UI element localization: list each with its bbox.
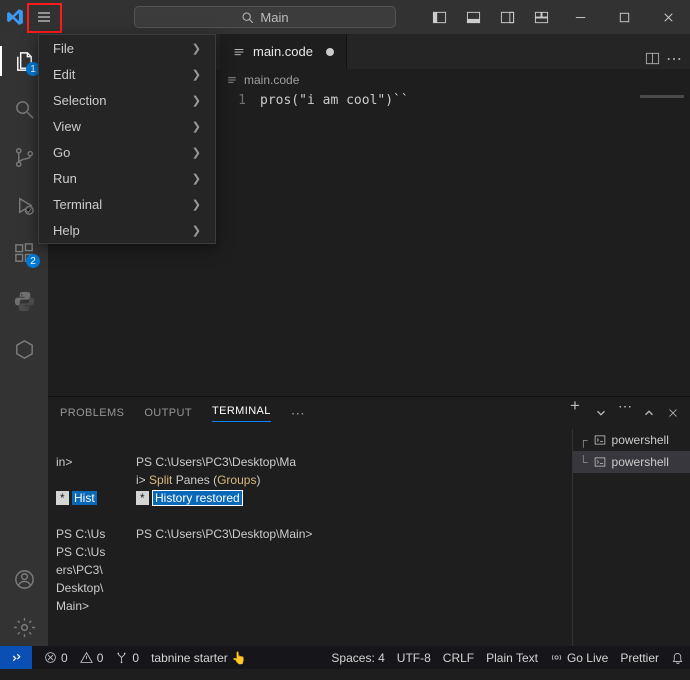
activity-settings[interactable] [0, 608, 48, 646]
debug-icon [13, 194, 36, 217]
menu-item-run[interactable]: Run❯ [39, 165, 215, 191]
search-icon [13, 98, 36, 121]
menu-item-file[interactable]: File❯ [39, 35, 215, 61]
panel-tab-problems[interactable]: PROBLEMS [60, 407, 124, 419]
status-spaces[interactable]: Spaces: 4 [325, 651, 390, 665]
search-label: Main [260, 10, 288, 25]
layout-panel-bottom-button[interactable] [456, 0, 490, 34]
app-menu-dropdown: File❯ Edit❯ Selection❯ View❯ Go❯ Run❯ Te… [38, 34, 216, 244]
window-minimize-button[interactable] [558, 0, 602, 34]
panel-tab-overflow[interactable]: ⋯ [291, 405, 305, 422]
account-icon [13, 568, 36, 591]
panel-tab-terminal[interactable]: TERMINAL [212, 405, 271, 422]
terminal-list-item[interactable]: ┌ powershell [573, 429, 690, 451]
menu-item-help[interactable]: Help❯ [39, 217, 215, 243]
status-bar: 0 0 0 tabnine starter👆 Spaces: 4 UTF-8 C… [0, 646, 690, 669]
split-editor-button[interactable] [645, 51, 660, 69]
title-bar: Main [0, 0, 690, 34]
status-notifications[interactable] [665, 651, 690, 664]
activity-python[interactable] [0, 282, 48, 320]
gear-icon [13, 616, 36, 639]
status-errors[interactable]: 0 [38, 651, 74, 665]
new-terminal-button[interactable]: + [570, 406, 584, 420]
python-icon [13, 290, 36, 313]
window-close-button[interactable] [646, 0, 690, 34]
menu-item-edit[interactable]: Edit❯ [39, 61, 215, 87]
status-prettier[interactable]: Prettier [614, 651, 665, 665]
status-encoding[interactable]: UTF-8 [391, 651, 437, 665]
tab-label: main.code [253, 44, 313, 59]
file-icon [232, 45, 246, 59]
extensions-badge: 2 [26, 254, 40, 268]
customize-layout-button[interactable] [524, 0, 558, 34]
status-language[interactable]: Plain Text [480, 651, 544, 665]
window-maximize-button[interactable] [602, 0, 646, 34]
hamburger-icon [36, 9, 52, 25]
file-icon [226, 74, 238, 86]
layout-sidebar-left-button[interactable] [422, 0, 456, 34]
panel-more-button[interactable]: ⋯ [618, 406, 632, 420]
line-number: 1 [220, 93, 260, 396]
terminal-side-list: ┌ powershell └ powershell [572, 429, 690, 646]
vscode-logo-icon [6, 8, 24, 26]
status-ports[interactable]: 0 [109, 651, 145, 665]
remote-button[interactable] [0, 646, 32, 669]
bottom-panel: PROBLEMS OUTPUT TERMINAL ⋯ + ⋯ in> * His… [48, 396, 690, 646]
terminal-list-item[interactable]: └ powershell [573, 451, 690, 473]
layout-sidebar-right-button[interactable] [490, 0, 524, 34]
menu-item-terminal[interactable]: Terminal❯ [39, 191, 215, 217]
command-center-search[interactable]: Main [134, 6, 396, 28]
hexagon-icon [13, 338, 36, 361]
panel-tabs: PROBLEMS OUTPUT TERMINAL ⋯ + ⋯ [48, 397, 690, 429]
search-icon [241, 11, 254, 24]
activity-codespace[interactable] [0, 330, 48, 368]
status-tabnine[interactable]: tabnine starter👆 [145, 651, 253, 665]
status-eol[interactable]: CRLF [437, 651, 480, 665]
terminal-icon [594, 434, 606, 446]
panel-maximize-button[interactable] [642, 406, 656, 420]
branch-icon [13, 146, 36, 169]
menu-item-selection[interactable]: Selection❯ [39, 87, 215, 113]
minimap[interactable] [640, 95, 684, 98]
hamburger-menu-button[interactable] [30, 7, 58, 27]
menu-item-view[interactable]: View❯ [39, 113, 215, 139]
panel-tab-output[interactable]: OUTPUT [144, 407, 192, 419]
new-terminal-down-icon[interactable] [594, 406, 608, 420]
tab-main-code[interactable]: main.code [220, 34, 347, 69]
status-warnings[interactable]: 0 [74, 651, 110, 665]
terminal-icon [594, 456, 606, 468]
menu-item-go[interactable]: Go❯ [39, 139, 215, 165]
activity-accounts[interactable] [0, 560, 48, 598]
code-line: pros("i am cool")`` [260, 93, 409, 396]
tab-dirty-indicator [326, 48, 334, 56]
terminal-pane-2[interactable]: PS C:\Users\PC3\Desktop\Ma i> Split Pane… [128, 429, 572, 646]
panel-close-button[interactable] [666, 406, 680, 420]
terminal-pane-1[interactable]: in> * Hist PS C:\Us PS C:\Us ers\PC3\ De… [48, 429, 128, 646]
status-golive[interactable]: Go Live [544, 651, 614, 665]
